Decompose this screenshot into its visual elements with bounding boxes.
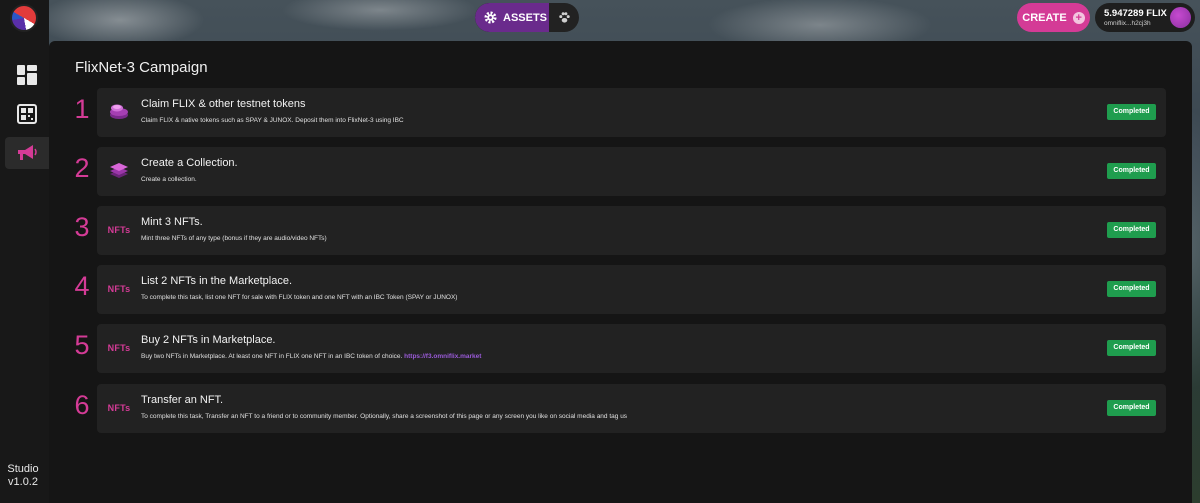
task-title: Claim FLIX & other testnet tokens <box>141 98 306 110</box>
status-badge: Completed <box>1107 281 1156 297</box>
assets-label: ASSETS <box>503 11 548 24</box>
studio-version: Studio v1.0.2 <box>0 463 46 489</box>
version-label: v1.0.2 <box>8 476 38 488</box>
studio-label: Studio <box>7 463 39 475</box>
task-number: 6 <box>74 390 90 420</box>
status-badge: Completed <box>1107 163 1156 179</box>
sidebar-item-qr[interactable] <box>5 98 49 130</box>
task-title: List 2 NFTs in the Marketplace. <box>141 275 293 287</box>
collection-layers-icon <box>106 160 132 182</box>
nfts-icon: NFTs <box>106 397 132 419</box>
create-button[interactable]: CREATE + <box>1017 3 1090 32</box>
avatar <box>1170 7 1191 28</box>
top-nav-toggle: ASSETS <box>475 3 579 32</box>
task-description: To complete this task, list one NFT for … <box>141 294 458 301</box>
marketplace-link[interactable]: https://f3.omniflix.market <box>404 353 481 360</box>
nfts-icon-label: NFTs <box>107 403 131 413</box>
task-title: Create a Collection. <box>141 157 238 169</box>
task-description: To complete this task, Transfer an NFT t… <box>141 413 628 420</box>
status-badge: Completed <box>1107 222 1156 238</box>
paw-button[interactable] <box>549 3 579 32</box>
nfts-icon: NFTs <box>106 278 132 300</box>
task-number: 4 <box>74 271 90 301</box>
megaphone-icon <box>18 145 37 160</box>
qr-code-icon <box>17 104 37 124</box>
task-description: Claim FLIX & native tokens such as SPAY … <box>141 117 404 124</box>
status-badge: Completed <box>1107 400 1156 416</box>
wallet-button[interactable]: 5.947289 FLIX omniflix...h2cj3h <box>1095 3 1195 32</box>
status-badge: Completed <box>1107 340 1156 356</box>
task-number: 3 <box>74 212 90 242</box>
sidebar-item-campaign[interactable] <box>5 137 49 169</box>
task-title: Mint 3 NFTs. <box>141 216 203 228</box>
sidebar: Studio v1.0.2 <box>0 0 49 503</box>
coins-icon <box>106 101 132 123</box>
assets-button[interactable]: ASSETS <box>475 3 549 32</box>
campaign-panel: FlixNet-3 Campaign 1 Claim FLIX & other … <box>49 41 1192 503</box>
plus-icon: + <box>1072 11 1085 24</box>
task-card: 5 NFTs Buy 2 NFTs in Marketplace. Buy tw… <box>74 324 1166 373</box>
task-title: Buy 2 NFTs in Marketplace. <box>141 334 276 346</box>
task-card: 2 Create a Collection. Create a collecti… <box>74 147 1166 196</box>
paw-icon <box>558 12 570 23</box>
create-label: CREATE <box>1022 11 1067 24</box>
task-card: 4 NFTs List 2 NFTs in the Marketplace. T… <box>74 265 1166 314</box>
task-number: 2 <box>74 153 90 183</box>
task-card: 3 NFTs Mint 3 NFTs. Mint three NFTs of a… <box>74 206 1166 255</box>
task-description: Create a collection. <box>141 176 197 183</box>
task-card: 6 NFTs Transfer an NFT. To complete this… <box>74 384 1166 433</box>
nfts-icon-label: NFTs <box>107 284 131 294</box>
sidebar-item-dashboard[interactable] <box>5 59 49 91</box>
gear-icon <box>484 11 497 24</box>
task-number: 1 <box>74 94 90 124</box>
task-description-text: Buy two NFTs in Marketplace. At least on… <box>141 353 403 360</box>
status-badge: Completed <box>1107 104 1156 120</box>
task-number: 5 <box>74 330 90 360</box>
omniflix-logo[interactable] <box>10 4 38 32</box>
page-title: FlixNet-3 Campaign <box>75 59 208 76</box>
nfts-icon-label: NFTs <box>107 343 131 353</box>
task-description: Mint three NFTs of any type (bonus if th… <box>141 235 327 242</box>
dashboard-icon <box>17 65 37 85</box>
task-description: Buy two NFTs in Marketplace. At least on… <box>141 353 481 360</box>
nfts-icon: NFTs <box>106 337 132 359</box>
task-title: Transfer an NFT. <box>141 394 224 406</box>
task-card: 1 Claim FLIX & other testnet tokens Clai… <box>74 88 1166 137</box>
nfts-icon: NFTs <box>106 219 132 241</box>
nfts-icon-label: NFTs <box>107 225 131 235</box>
